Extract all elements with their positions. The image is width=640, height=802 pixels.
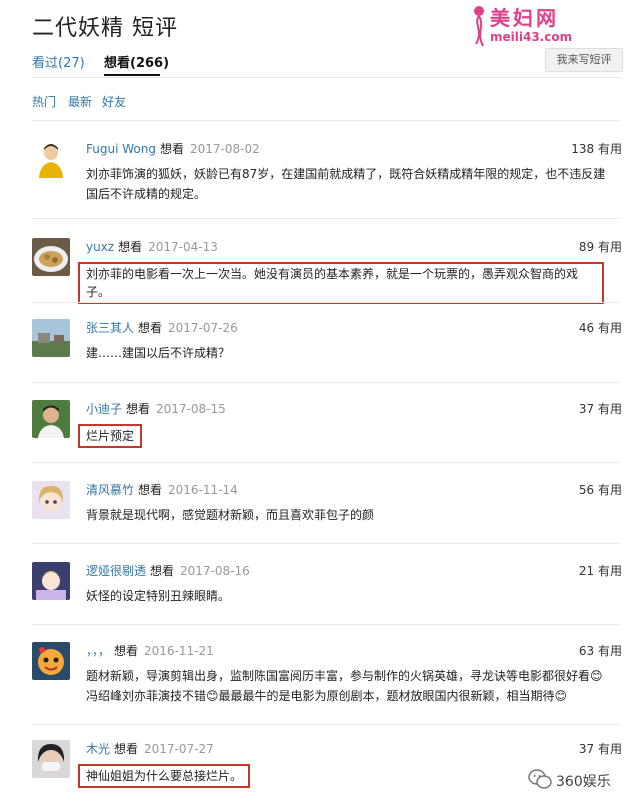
divider [32,462,620,463]
useful-count[interactable]: 89 有用 [579,238,622,255]
comment-text: 妖怪的设定特别丑辣眼睛。 [86,589,231,603]
useful-count[interactable]: 37 有用 [579,740,622,757]
avatar[interactable] [32,140,70,178]
useful-count[interactable]: 37 有用 [579,400,622,417]
status-label: 想看 [138,321,163,335]
avatar[interactable] [32,238,70,276]
source-watermark: 360娱乐 [528,768,624,794]
status-label: 想看 [150,564,175,578]
avatar[interactable] [32,562,70,600]
comment-text: 建……建国以后不许成精？ [86,346,231,360]
comment-text-wrap: 烂片预定 [78,424,612,448]
sort-friends[interactable]: 好友 [102,93,126,110]
sort-hot[interactable]: 热门 [32,93,56,110]
divider [32,77,620,78]
status-label: 想看 [138,483,163,497]
divider [32,120,620,121]
divider [32,218,620,219]
tab-seen[interactable]: 看过(27) [32,52,85,71]
comment-date: 2016-11-14 [168,483,238,497]
page-title: 二代妖精 短评 [32,16,178,41]
comment-header: 张三其人 想看 2017-07-26 [86,319,238,336]
username-link[interactable]: 张三其人 [86,321,134,335]
tab-want[interactable]: 想看(266) [104,52,169,71]
comment-header: Fugui Wong 想看 2017-08-02 [86,140,260,157]
sort-newest[interactable]: 最新 [68,93,92,110]
comment-header: yuxz 想看 2017-04-13 [86,238,218,255]
comment-text: 背景就是现代啊，感觉题材新颖，而且喜欢菲包子的颜 [86,508,375,522]
comment-header: ，，， 想看 2016-11-21 [86,642,214,659]
username-link[interactable]: 逻娅很剔透 [86,564,146,578]
useful-count[interactable]: 63 有用 [579,642,622,659]
comment-date: 2017-04-13 [148,240,218,254]
person-photo-avatar-icon [32,400,70,438]
watermark-name: 美妇网 [490,6,559,30]
divider [32,543,620,544]
useful-count[interactable]: 46 有用 [579,319,622,336]
username-link[interactable]: 木光 [86,742,110,756]
username-link[interactable]: ，，， [86,644,110,658]
highlighted-comment-text: 刘亦菲的电影看一次上一次当。她没有演员的基本素养，就是一个玩票的，愚弄观众智商的… [78,262,604,304]
username-link[interactable]: Fugui Wong [86,142,156,156]
comment-header: 木光 想看 2017-07-27 [86,740,214,757]
avatar[interactable] [32,740,70,778]
status-label: 想看 [118,240,143,254]
divider [32,724,620,725]
useful-count[interactable]: 138 有用 [571,140,622,157]
username-link[interactable]: yuxz [86,240,114,254]
wechat-icon [528,769,552,789]
comment-text: 题材新颖，导演剪辑出身，监制陈国富阅历丰富，参与制作的火锅英雄，寻龙诀等电影都很… [86,669,603,703]
comment-text-wrap: 刘亦菲的电影看一次上一次当。她没有演员的基本素养，就是一个玩票的，愚弄观众智商的… [78,262,612,304]
food-plate-avatar-icon [32,238,70,276]
source-label: 360娱乐 [556,774,611,790]
useful-count[interactable]: 21 有用 [579,562,622,579]
comment-date: 2016-11-21 [144,644,214,658]
highlighted-comment-text: 烂片预定 [78,424,143,448]
divider [32,382,620,383]
anime-character-avatar-icon [32,562,70,600]
comment-date: 2017-07-27 [144,742,214,756]
avatar[interactable] [32,319,70,357]
avatar[interactable] [32,400,70,438]
watermark-url: meili43.com [490,30,573,44]
avatar[interactable] [32,642,70,680]
cartoon-avatar-icon [32,642,70,680]
comment-text: 刘亦菲饰演的狐妖，妖龄已有87岁，在建国前就成精了，既符合妖精成精年限的规定，也… [86,167,606,201]
watermark-logo: 美妇网 meili43.com [468,2,620,52]
active-tab-indicator [104,74,160,76]
useful-count[interactable]: 56 有用 [579,481,622,498]
comment-date: 2017-08-02 [189,142,260,156]
status-label: 想看 [159,142,184,156]
highlighted-comment-text: 神仙姐姐为什么要总接烂片。 [78,764,251,788]
avatar[interactable] [32,481,70,519]
landscape-avatar-icon [32,319,70,357]
username-link[interactable]: 小迪子 [86,402,122,416]
comment-date: 2017-08-15 [156,402,226,416]
comment-header: 逻娅很剔透 想看 2017-08-16 [86,562,250,579]
divider [32,624,620,625]
masked-person-avatar-icon [32,740,70,778]
comment-header: 小迪子 想看 2017-08-15 [86,400,226,417]
divider [32,302,620,303]
username-link[interactable]: 清风慕竹 [86,483,134,497]
comment-date: 2017-07-26 [168,321,238,335]
user-avatar-icon [32,140,70,178]
write-review-button[interactable]: 我来写短评 [545,48,623,72]
status-label: 想看 [126,402,151,416]
comment-header: 清风慕竹 想看 2016-11-14 [86,481,238,498]
anime-girl-avatar-icon [32,481,70,519]
comment-date: 2017-08-16 [180,564,250,578]
status-label: 想看 [114,742,139,756]
woman-figure-icon [474,6,484,47]
status-label: 想看 [114,644,139,658]
